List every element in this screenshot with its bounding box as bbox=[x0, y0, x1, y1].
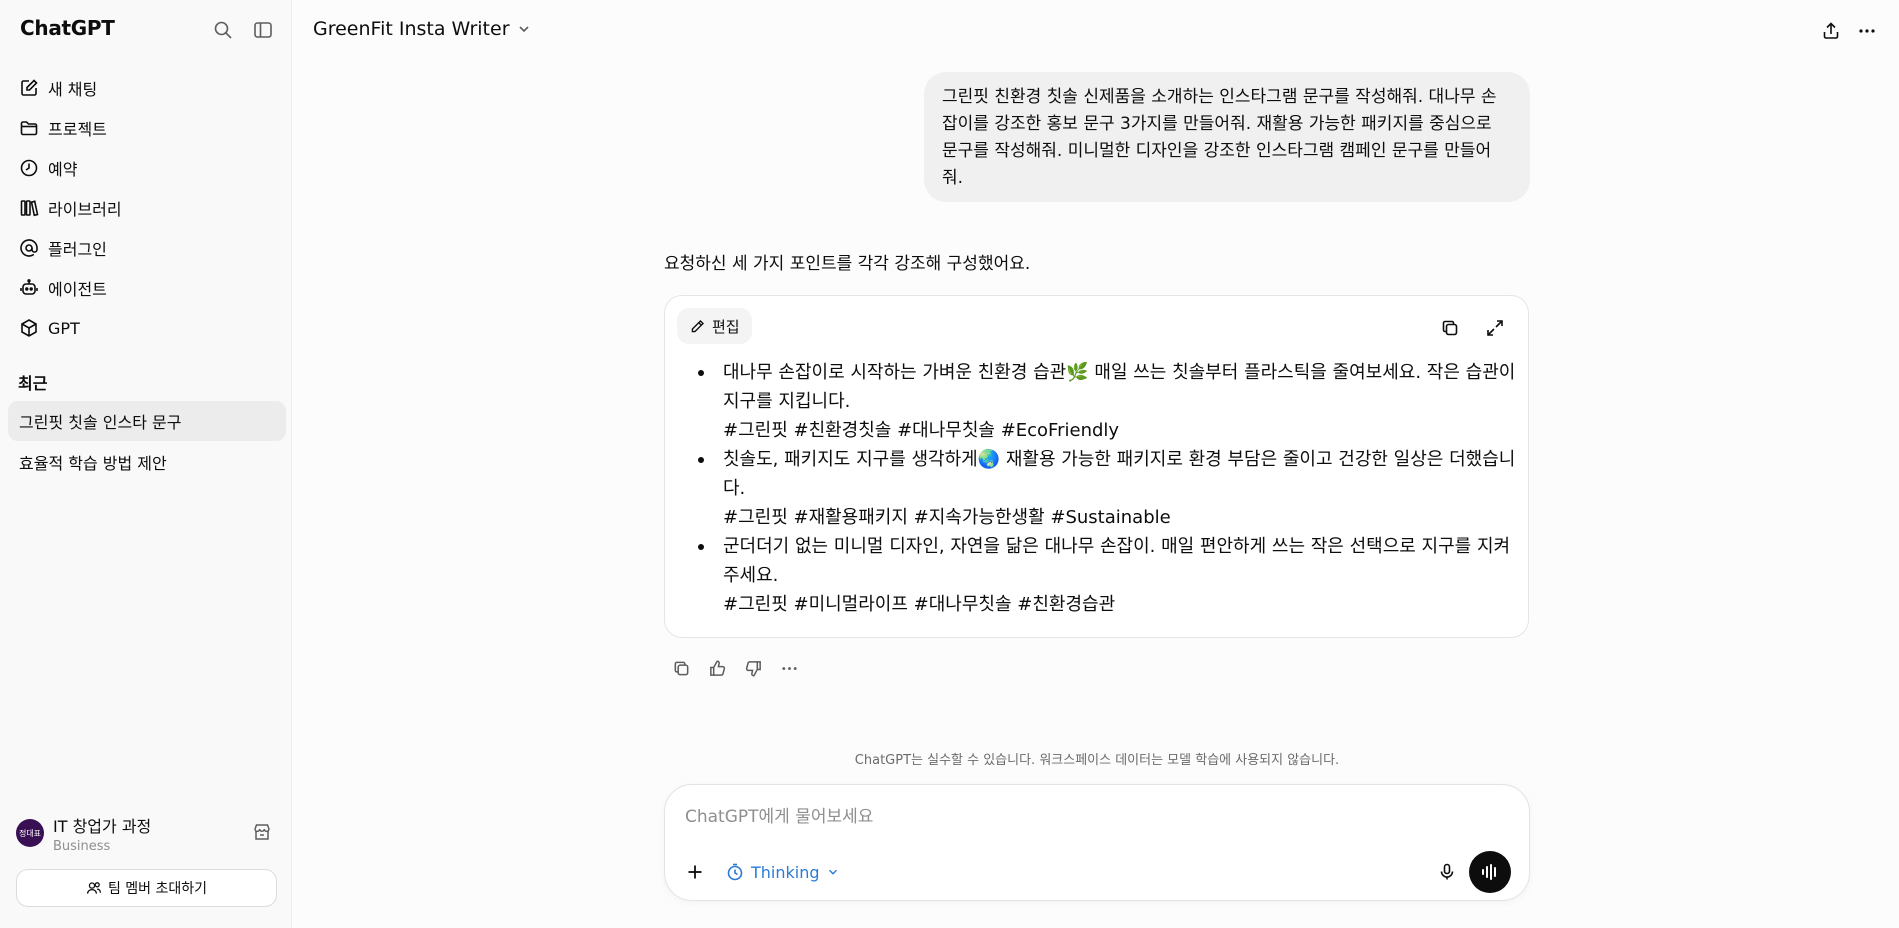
sidebar-header: ChatGPT bbox=[0, 0, 292, 58]
workspace-button[interactable] bbox=[250, 820, 274, 844]
message-input[interactable] bbox=[685, 803, 1505, 831]
plugin-icon bbox=[20, 239, 38, 257]
expand-canvas-button[interactable] bbox=[1483, 316, 1507, 340]
brand-logo[interactable]: ChatGPT bbox=[20, 16, 115, 40]
caption-hashtags: #그린핏 #친환경칫솔 #대나무칫솔 #EcoFriendly bbox=[723, 420, 1120, 441]
invite-team-button[interactable]: 팀 멤버 초대하기 bbox=[16, 869, 277, 907]
account-menu[interactable]: 정대표 IT 창업가 과정 Business bbox=[16, 810, 278, 856]
sidebar-item-new-chat[interactable]: 새 채팅 bbox=[8, 68, 286, 108]
header-actions bbox=[1813, 14, 1885, 48]
sidebar-item-library[interactable]: 라이브러리 bbox=[8, 188, 286, 228]
disclaimer-text: ChatGPT는 실수할 수 있습니다. 워크스페이스 데이터는 모델 학습에 … bbox=[854, 753, 1340, 768]
agent-icon bbox=[20, 279, 38, 295]
thinking-mode-button[interactable]: Thinking bbox=[721, 856, 844, 888]
edit-label: 편집 bbox=[712, 317, 740, 336]
new-chat-icon bbox=[21, 79, 38, 96]
library-icon bbox=[20, 200, 39, 217]
clock-icon bbox=[20, 159, 38, 177]
expand-icon bbox=[1487, 320, 1503, 336]
account-info: IT 창업가 과정 Business bbox=[53, 813, 151, 854]
search-icon bbox=[214, 21, 232, 39]
sidebar-item-plugins[interactable]: 플러그인 bbox=[8, 228, 286, 268]
thumbs-up-button[interactable] bbox=[699, 652, 735, 684]
more-options-button[interactable] bbox=[1849, 14, 1885, 48]
add-user-icon bbox=[86, 882, 102, 894]
page-title: GreenFit Insta Writer bbox=[313, 18, 510, 40]
sidebar-item-label: GPT bbox=[48, 318, 80, 338]
sidebar-item-label: 플러그인 bbox=[48, 240, 107, 259]
sidebar-item-label: 새 채팅 bbox=[48, 80, 98, 99]
sidebar-item-gpt[interactable]: GPT bbox=[8, 308, 286, 348]
recent-chat-label: 그린핏 칫솔 인스타 문구 bbox=[19, 413, 182, 432]
caption-hashtags: #그린핏 #미니멀라이프 #대나무칫솔 #친환경습관 bbox=[723, 594, 1116, 615]
more-horizontal-icon bbox=[1859, 29, 1875, 33]
avatar: 정대표 bbox=[16, 819, 44, 847]
sidebar-item-label: 프로젝트 bbox=[48, 120, 107, 139]
chevron-down-icon bbox=[518, 26, 529, 33]
dictate-button[interactable] bbox=[1431, 856, 1463, 888]
pencil-icon bbox=[691, 319, 704, 332]
thumbs-down-icon bbox=[745, 660, 761, 676]
edit-button[interactable]: 편집 bbox=[677, 308, 752, 344]
caption-hashtags: #그린핏 #재활용패키지 #지속가능한생활 #Sustainable bbox=[723, 507, 1171, 528]
more-message-options-button[interactable] bbox=[771, 652, 807, 684]
store-icon bbox=[254, 824, 270, 840]
list-item: 칫솔도, 패키지도 지구를 생각하게🌏 재활용 가능한 패키지로 환경 부담은 … bbox=[695, 445, 1517, 532]
recent-chat-item[interactable]: 효율적 학습 방법 제안 bbox=[8, 442, 286, 482]
voice-waveform-icon bbox=[1482, 864, 1496, 880]
sidebar-item-agents[interactable]: 에이전트 bbox=[8, 268, 286, 308]
sidebar-item-scheduled[interactable]: 예약 bbox=[8, 148, 286, 188]
list-item: 군더더기 없는 미니멀 디자인, 자연을 닮은 대나무 손잡이. 매일 편안하게… bbox=[695, 532, 1517, 619]
user-message: 그린핏 친환경 칫솔 신제품을 소개하는 인스타그램 문구를 작성해줘. 대나무… bbox=[924, 72, 1530, 202]
share-button[interactable] bbox=[1813, 14, 1849, 48]
microphone-icon bbox=[1440, 863, 1454, 880]
caption-list: 대나무 손잡이로 시작하는 가벼운 친환경 습관🌿 매일 쓰는 칫솔부터 플라스… bbox=[695, 358, 1517, 619]
add-attachment-button[interactable] bbox=[679, 856, 711, 888]
assistant-message-intro: 요청하신 세 가지 포인트를 각각 강조해 구성했어요. bbox=[664, 254, 1031, 274]
caption-text: 군더더기 없는 미니멀 디자인, 자연을 닮은 대나무 손잡이. 매일 편안하게… bbox=[723, 536, 1511, 586]
folder-icon bbox=[20, 121, 38, 136]
message-actions bbox=[663, 652, 807, 684]
sidebar-item-label: 예약 bbox=[48, 160, 78, 179]
sidebar-item-label: 에이전트 bbox=[48, 280, 107, 299]
recent-chats-list: 그린핏 칫솔 인스타 문구 효율적 학습 방법 제안 bbox=[8, 401, 286, 483]
more-horizontal-icon bbox=[781, 666, 797, 670]
thumbs-up-icon bbox=[709, 660, 725, 676]
account-name: IT 창업가 과정 bbox=[53, 816, 152, 836]
copy-canvas-button[interactable] bbox=[1438, 316, 1462, 340]
voice-mode-button[interactable] bbox=[1469, 851, 1511, 893]
copy-message-button[interactable] bbox=[663, 652, 699, 684]
invite-label: 팀 멤버 초대하기 bbox=[107, 881, 208, 897]
canvas-card: 편집 대나무 손잡이로 시작하는 가벼운 친환경 습관🌿 매일 쓰는 칫솔부터 … bbox=[664, 295, 1529, 638]
copy-icon bbox=[1442, 320, 1458, 336]
sidebar-nav: 새 채팅 프로젝트 예약 라이브러리 플러그인 에이전트 GPT bbox=[8, 68, 286, 348]
thumbs-down-button[interactable] bbox=[735, 652, 771, 684]
sidebar-item-label: 라이브러리 bbox=[48, 200, 122, 219]
main-area: GreenFit Insta Writer 그린핏 친환경 칫솔 신제품을 소개… bbox=[293, 0, 1899, 928]
recent-chat-label: 효율적 학습 방법 제안 bbox=[19, 454, 167, 473]
cube-icon bbox=[21, 319, 37, 337]
sidebar-toggle-icon bbox=[254, 22, 272, 38]
plus-icon bbox=[688, 865, 702, 879]
toggle-sidebar-button[interactable] bbox=[249, 16, 277, 44]
copy-icon bbox=[674, 661, 688, 675]
caption-text: 대나무 손잡이로 시작하는 가벼운 친환경 습관🌿 매일 쓰는 칫솔부터 플라스… bbox=[723, 362, 1516, 412]
caption-text: 칫솔도, 패키지도 지구를 생각하게🌏 재활용 가능한 패키지로 환경 부담은 … bbox=[723, 449, 1516, 499]
account-plan: Business bbox=[53, 838, 111, 854]
recent-section-title: 최근 bbox=[18, 374, 48, 393]
chevron-down-icon bbox=[828, 869, 837, 875]
search-button[interactable] bbox=[209, 16, 237, 44]
thinking-label: Thinking bbox=[751, 862, 820, 882]
list-item: 대나무 손잡이로 시작하는 가벼운 친환경 습관🌿 매일 쓰는 칫솔부터 플라스… bbox=[695, 358, 1517, 445]
model-selector[interactable]: GreenFit Insta Writer bbox=[313, 18, 532, 40]
recent-chat-item[interactable]: 그린핏 칫솔 인스타 문구 bbox=[8, 401, 286, 441]
composer: Thinking bbox=[664, 784, 1530, 901]
share-icon bbox=[1823, 22, 1839, 39]
sidebar-item-projects[interactable]: 프로젝트 bbox=[8, 108, 286, 148]
sidebar: ChatGPT 새 채팅 프로젝트 예약 라이브러리 플러그인 에이전트 GPT… bbox=[0, 0, 292, 928]
timer-icon bbox=[727, 863, 743, 881]
